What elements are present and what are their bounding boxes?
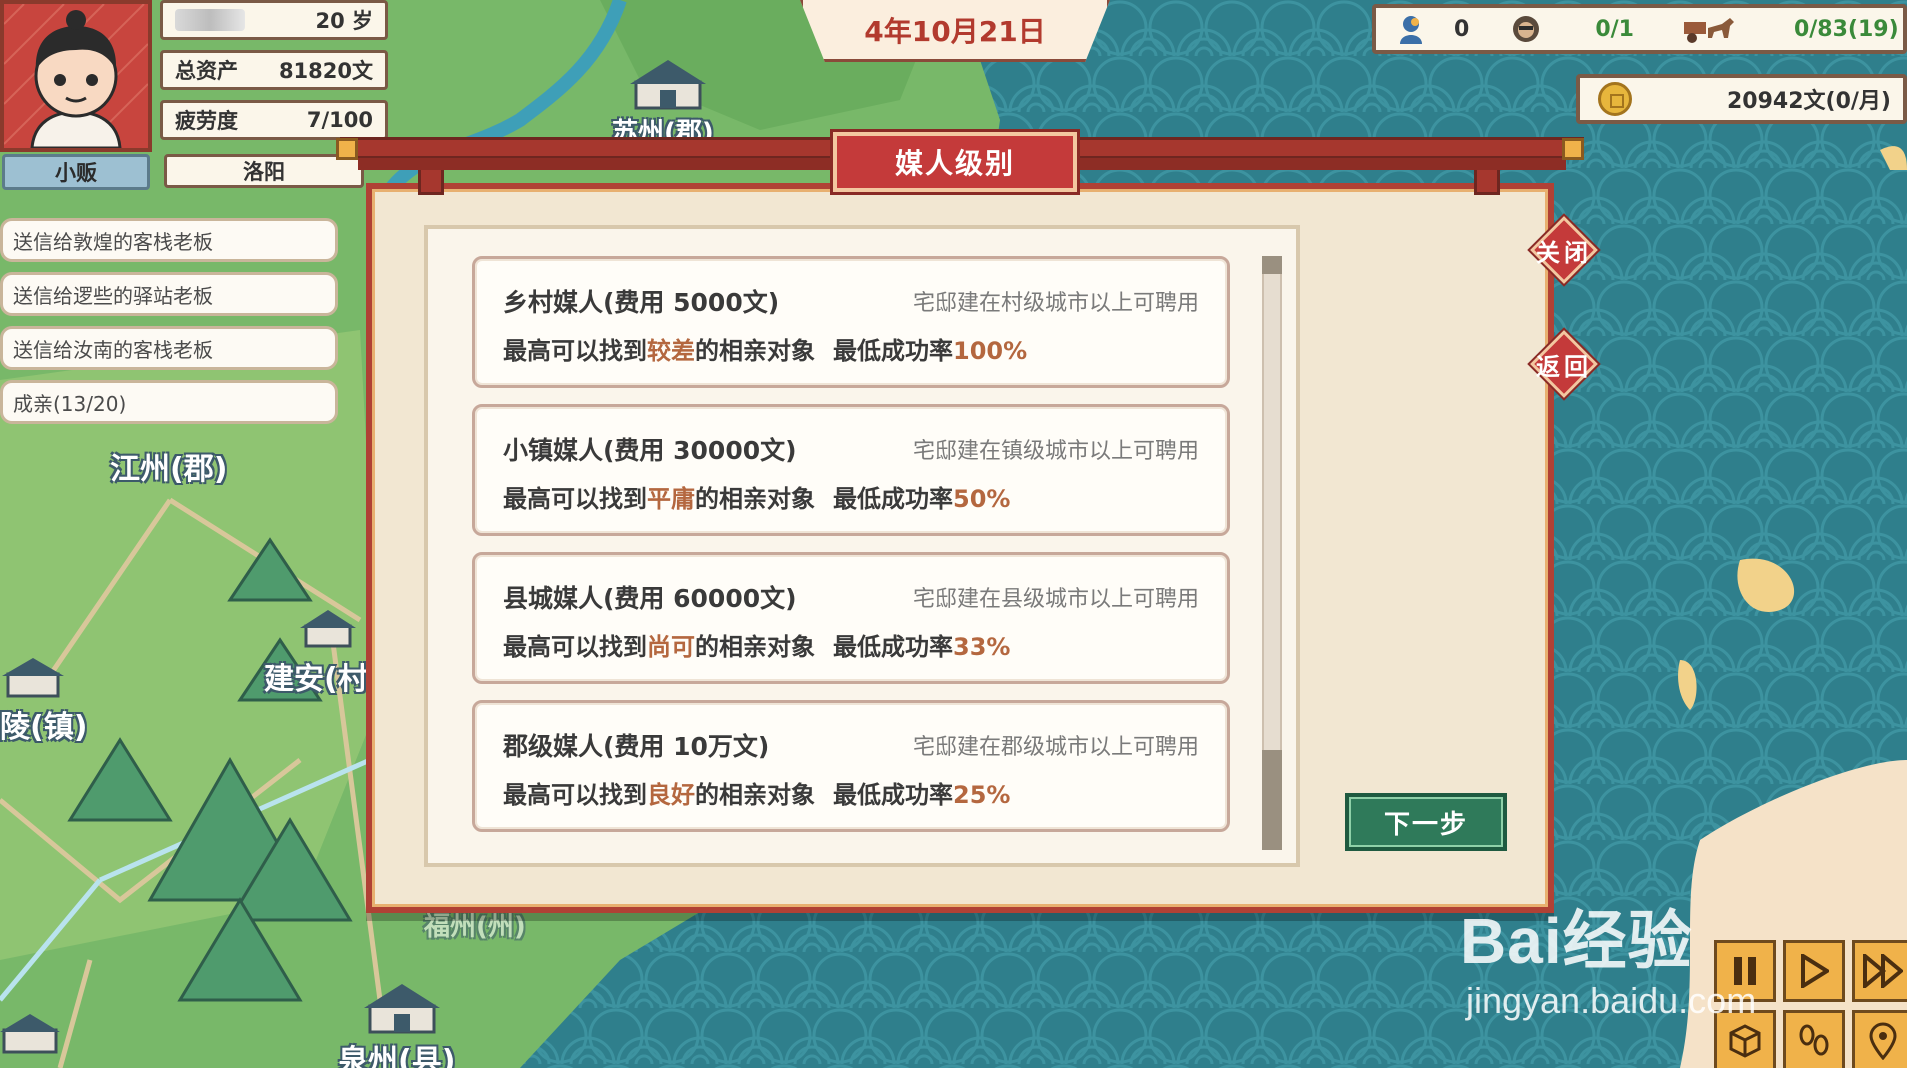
tier-card-county[interactable]: 县城媒人(费用 60000文) 宅邸建在县级城市以上可聘用 最高可以找到尚可的相… [472, 552, 1230, 684]
follower-icon [1400, 16, 1422, 44]
beam-cap [336, 138, 358, 160]
money-value: 20942文(0/月) [1727, 89, 1891, 114]
fatigue-value: 7/100 [306, 108, 373, 132]
tier-requirement: 宅邸建在镇级城市以上可聘用 [912, 439, 1199, 464]
tier-rate: 100% [953, 337, 1028, 365]
map-label-quanzhou[interactable]: 泉州(县) [338, 1036, 455, 1068]
dialog-title: 媒人级别 [830, 129, 1080, 195]
city-icon-quanzhou[interactable] [364, 980, 440, 1034]
quest-item[interactable]: 送信给汝南的客栈老板 [0, 326, 338, 370]
quest-item[interactable]: 成亲(13/20) [0, 380, 338, 424]
scrollbar-thumb[interactable] [1262, 750, 1282, 850]
tier-quality: 良好 [647, 781, 695, 809]
tier-details: 最高可以找到平庸的相亲对象 最低成功率50% [503, 485, 1011, 513]
tier-quality: 尚可 [647, 633, 695, 661]
tier-name: 县城媒人(费用 60000文) [503, 584, 797, 613]
tier-quality: 较差 [647, 337, 695, 365]
map-label-ling[interactable]: 陵(镇) [0, 702, 87, 746]
date-banner: 4年10月21日 [800, 0, 1110, 62]
tier-card-prefecture[interactable]: 郡级媒人(费用 10万文) 宅邸建在郡级城市以上可聘用 最高可以找到良好的相亲对… [472, 700, 1230, 832]
tier-name: 乡村媒人(费用 5000文) [503, 288, 780, 317]
horse-cart-icon [1683, 18, 1734, 43]
fatigue-row: 疲劳度 7/100 [160, 100, 388, 140]
tier-requirement: 宅邸建在村级城市以上可聘用 [912, 291, 1199, 316]
baidu-watermark: Bai经验 [1460, 905, 1693, 977]
footprints-icon [1799, 1024, 1829, 1056]
tier-name: 郡级媒人(费用 10万文) [503, 732, 770, 761]
tier-rate: 50% [953, 485, 1011, 513]
next-step-button[interactable]: 下一步 [1345, 793, 1507, 851]
age-value: 20 岁 [315, 9, 373, 33]
quest-item[interactable]: 送信给敦煌的客栈老板 [0, 218, 338, 262]
box-icon [1729, 1024, 1761, 1058]
city-icon-suzhou[interactable] [630, 54, 706, 112]
coin-icon [1598, 82, 1632, 116]
assets-value: 81820文 [278, 59, 373, 83]
occupation-badge: 小贩 [2, 154, 150, 190]
assets-row: 总资产 81820文 [160, 50, 388, 90]
back-button[interactable]: 返回 [1527, 327, 1601, 401]
tier-details: 最高可以找到良好的相亲对象 最低成功率25% [503, 781, 1011, 809]
tier-requirement: 宅邸建在县级城市以上可聘用 [912, 587, 1199, 612]
fast-forward-icon [1863, 954, 1903, 988]
city-icon-ling[interactable] [2, 654, 64, 698]
tier-card-village[interactable]: 乡村媒人(费用 5000文) 宅邸建在村级城市以上可聘用 最高可以找到较差的相亲… [472, 256, 1230, 388]
location-pin-icon [1869, 1022, 1897, 1060]
baidu-watermark-url: jingyan.baidu.com [1466, 980, 1757, 1021]
tier-card-town[interactable]: 小镇媒人(费用 30000文) 宅邸建在镇级城市以上可聘用 最高可以找到平庸的相… [472, 404, 1230, 536]
beam-cap [1562, 138, 1584, 160]
tier-name: 小镇媒人(费用 30000文) [503, 436, 797, 465]
city-icon-sw[interactable] [0, 1010, 60, 1054]
fatigue-label: 疲劳度 [175, 109, 238, 133]
follower-count: 0 [1454, 16, 1470, 42]
map-marker-button[interactable] [1852, 1010, 1907, 1068]
tier-details: 最高可以找到尚可的相亲对象 最低成功率33% [503, 633, 1011, 661]
close-button[interactable]: 关闭 [1527, 213, 1601, 287]
character-name-blurred [175, 9, 245, 31]
cargo-capacity: 0/83(19) [1793, 16, 1899, 42]
scrollbar-top-cap[interactable] [1262, 256, 1282, 274]
resource-bar: 0 0/1 0/83(19) [1372, 4, 1907, 54]
back-label: 返回 [1536, 352, 1592, 381]
fast-forward-button[interactable] [1852, 940, 1907, 1002]
character-portrait[interactable] [0, 0, 152, 152]
close-label: 关闭 [1536, 238, 1592, 267]
tier-details: 最高可以找到较差的相亲对象 最低成功率100% [503, 337, 1028, 365]
money-bar: 20942文(0/月) [1576, 74, 1907, 124]
bandit-count: 0/1 [1595, 16, 1634, 42]
travel-button[interactable] [1783, 1010, 1845, 1068]
assets-label: 总资产 [175, 59, 238, 83]
map-label-jiangzhou[interactable]: 江州(郡) [110, 444, 227, 488]
play-button[interactable] [1783, 940, 1845, 1002]
quest-item[interactable]: 送信给逻些的驿站老板 [0, 272, 338, 316]
avatar [3, 3, 149, 150]
current-location[interactable]: 洛阳 [164, 154, 364, 188]
tier-quality: 平庸 [647, 485, 695, 513]
tier-requirement: 宅邸建在郡级城市以上可聘用 [912, 735, 1199, 760]
bandit-icon [1513, 16, 1540, 42]
map-label-jianan[interactable]: 建安(村 [264, 654, 368, 698]
name-age-row: 20 岁 [160, 0, 388, 40]
tier-rate: 33% [953, 633, 1011, 661]
city-icon-jianan[interactable] [300, 606, 356, 648]
tier-rate: 25% [953, 781, 1011, 809]
play-icon [1801, 954, 1829, 988]
